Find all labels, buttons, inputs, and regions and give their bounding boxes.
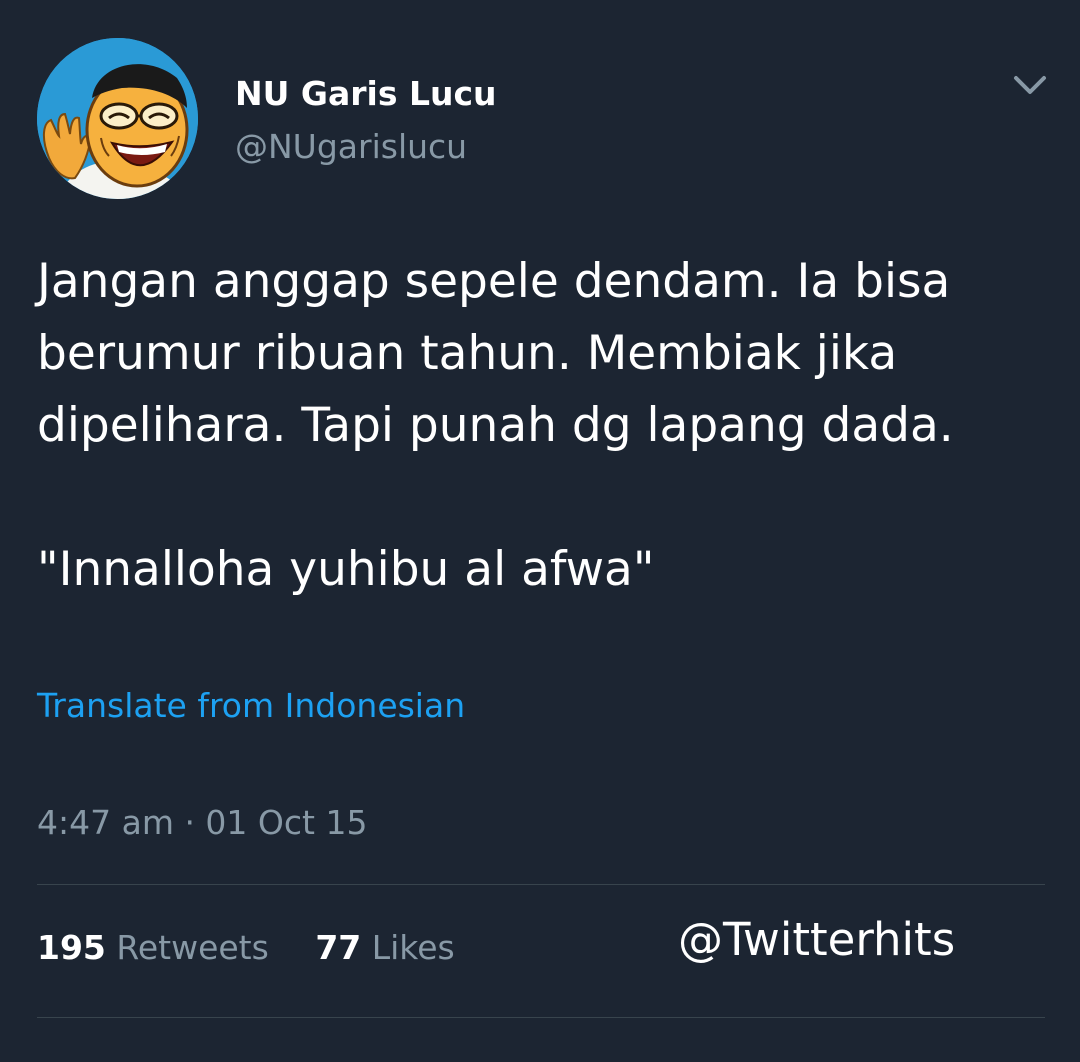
paragraph-break [37, 462, 1047, 534]
display-name[interactable]: NU Garis Lucu [235, 74, 497, 113]
engagement-stats: 195 Retweets 77 Likes [37, 928, 491, 967]
avatar-illustration [37, 38, 198, 199]
tweet-text-line: dipelihara. Tapi punah dg lapang dada. [37, 398, 954, 453]
retweets-count: 195 [37, 928, 106, 967]
likes-stat[interactable]: 77 Likes [315, 928, 454, 967]
retweets-stat[interactable]: 195 Retweets [37, 928, 269, 967]
timestamp[interactable]: 4:47 am · 01 Oct 15 [37, 803, 367, 842]
tweet-text-line: "Innalloha yuhibu al afwa" [37, 542, 655, 597]
chevron-down-icon[interactable] [1010, 66, 1050, 106]
watermark: @Twitterhits [678, 913, 956, 966]
divider [37, 884, 1045, 885]
tweet-text-line: Jangan anggap sepele dendam. Ia bisa [37, 254, 951, 309]
translate-link[interactable]: Translate from Indonesian [37, 686, 465, 725]
avatar[interactable] [37, 38, 198, 199]
retweets-label: Retweets [116, 928, 269, 967]
tweet-text-line: berumur ribuan tahun. Membiak jika [37, 326, 898, 381]
user-handle[interactable]: @NUgarislucu [235, 127, 467, 166]
likes-count: 77 [315, 928, 362, 967]
likes-label: Likes [371, 928, 455, 967]
tweet-text: Jangan anggap sepele dendam. Ia bisa ber… [37, 246, 1047, 606]
divider [37, 1017, 1045, 1018]
tweet-card: NU Garis Lucu @NUgarislucu Jangan anggap… [0, 0, 1080, 1062]
